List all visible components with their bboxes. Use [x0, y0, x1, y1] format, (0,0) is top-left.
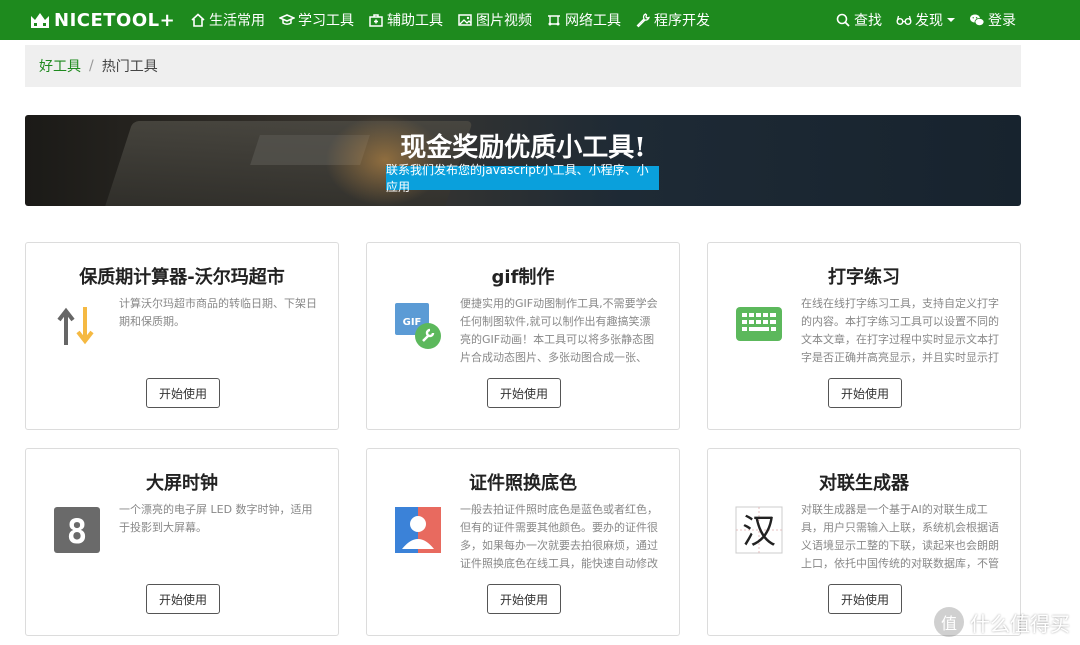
watermark-text: 什么值得买 [970, 611, 1070, 636]
search-link[interactable]: 查找 [835, 10, 882, 30]
start-button[interactable]: 开始使用 [487, 584, 561, 614]
discover-label: 发现 [915, 13, 943, 29]
breadcrumb-home[interactable]: 好工具 [39, 56, 81, 76]
top-navbar: NICETOOL+ 生活常用 学习工具 辅助工具 图片视频 网络工具 程序开发 [0, 0, 1080, 40]
nav-item-label: 图片视频 [476, 13, 532, 29]
tool-card-typing[interactable]: 打字练习 在线在线打字练习工具，支持自定义打字的内容。本打字练习工具可以设置不同… [707, 242, 1021, 430]
gif-maker-icon: GIF [395, 303, 441, 349]
discover-dropdown[interactable]: 发现 [896, 10, 955, 30]
card-title: 大屏时钟 [146, 473, 218, 494]
card-title: gif制作 [491, 267, 555, 288]
card-description: 一般去拍证件照时底色是蓝色或者红色，但有的证件需要其他颜色。要办的证件很多，如果… [460, 503, 658, 570]
medkit-icon [369, 14, 383, 27]
card-title: 打字练习 [828, 267, 900, 288]
start-button[interactable]: 开始使用 [828, 584, 902, 614]
watermark: 值 什么值得买 [934, 607, 1070, 637]
card-description: 对联生成器是一个基于AI的对联生成工具，用户只需输入上联，系统机会根据语义语境显… [801, 503, 999, 570]
card-description: 计算沃尔玛超市商品的转临日期、下架日期和保质期。 [119, 297, 317, 328]
nav-item-image-video[interactable]: 图片视频 [457, 10, 532, 30]
card-description: 在线在线打字练习工具，支持自定义打字的内容。本打字练习工具可以设置不同的文本文章… [801, 297, 999, 364]
start-button[interactable]: 开始使用 [487, 378, 561, 408]
breadcrumb-separator: / [89, 58, 94, 74]
network-icon [548, 15, 560, 26]
led-digit-icon: 8 [54, 507, 100, 553]
led-digit-glyph: 8 [67, 512, 87, 552]
glasses-icon [896, 15, 912, 25]
keyboard-icon [736, 307, 782, 341]
tool-card-gif-maker[interactable]: gif制作 GIF 便捷实用的GIF动图制作工具,不需要学会任何制图软件,就可以… [366, 242, 680, 430]
nav-item-label: 程序开发 [654, 13, 710, 29]
logo-icon [31, 13, 49, 28]
chinese-character-icon: 汉 [735, 506, 783, 554]
tool-card-shelf-life[interactable]: 保质期计算器-沃尔玛超市 计算沃尔玛超市商品的转临日期、下架日期和保质期。 开始… [25, 242, 339, 430]
watermark-logo-icon: 值 [934, 607, 964, 637]
tool-card-id-photo[interactable]: 证件照换底色 一般去拍证件照时底色是蓝色或者红色，但有的证件需要其他颜色。要办的… [366, 448, 680, 636]
image-icon [458, 14, 472, 26]
nav-item-dev[interactable]: 程序开发 [635, 10, 710, 30]
wrench-icon [636, 13, 650, 28]
site-logo[interactable]: NICETOOL+ [30, 8, 175, 32]
tool-card-big-clock[interactable]: 大屏时钟 8 一个漂亮的电子屏 LED 数字时钟，适用于投影到大屏幕。 开始使用 [25, 448, 339, 636]
card-title: 对联生成器 [819, 473, 909, 494]
main-nav: 生活常用 学习工具 辅助工具 图片视频 网络工具 程序开发 [190, 0, 724, 40]
gif-icon-label: GIF [403, 317, 422, 328]
login-label: 登录 [988, 13, 1016, 29]
nav-right: 查找 发现 登录 [821, 0, 1016, 40]
breadcrumb: 好工具 / 热门工具 [25, 45, 1021, 87]
card-title: 证件照换底色 [469, 473, 577, 494]
search-label: 查找 [854, 13, 882, 29]
chevron-down-icon [947, 18, 955, 22]
home-icon [191, 13, 205, 27]
nav-item-life[interactable]: 生活常用 [190, 10, 265, 30]
start-button[interactable]: 开始使用 [146, 378, 220, 408]
card-title: 保质期计算器-沃尔玛超市 [79, 267, 285, 288]
sort-arrows-icon [57, 307, 94, 345]
promo-banner[interactable]: 现金奖励优质小工具! 联系我们发布您的javascript小工具、小程序、小应用 [25, 115, 1021, 206]
nav-item-label: 生活常用 [209, 13, 265, 29]
han-glyph: 汉 [742, 512, 776, 552]
nav-item-label: 辅助工具 [387, 13, 443, 29]
nav-item-label: 网络工具 [565, 13, 621, 29]
breadcrumb-current: 热门工具 [101, 59, 158, 75]
wechat-icon [970, 14, 985, 26]
nav-item-network[interactable]: 网络工具 [546, 10, 621, 30]
id-photo-icon [395, 507, 441, 553]
banner-title: 现金奖励优质小工具! [400, 133, 646, 163]
graduation-cap-icon [279, 14, 295, 25]
start-button[interactable]: 开始使用 [828, 378, 902, 408]
login-link[interactable]: 登录 [969, 10, 1016, 30]
banner-subtitle-link[interactable]: 联系我们发布您的javascript小工具、小程序、小应用 [386, 163, 659, 194]
card-description: 一个漂亮的电子屏 LED 数字时钟，适用于投影到大屏幕。 [119, 503, 313, 534]
nav-item-assist[interactable]: 辅助工具 [368, 10, 443, 30]
card-description: 便捷实用的GIF动图制作工具,不需要学会任何制图软件,就可以制作出有趣搞笑漂亮的… [460, 297, 658, 364]
nav-item-label: 学习工具 [298, 13, 354, 29]
search-icon [836, 13, 850, 27]
logo-text: NICETOOL+ [54, 9, 176, 31]
start-button[interactable]: 开始使用 [146, 584, 220, 614]
nav-item-study[interactable]: 学习工具 [279, 10, 354, 30]
